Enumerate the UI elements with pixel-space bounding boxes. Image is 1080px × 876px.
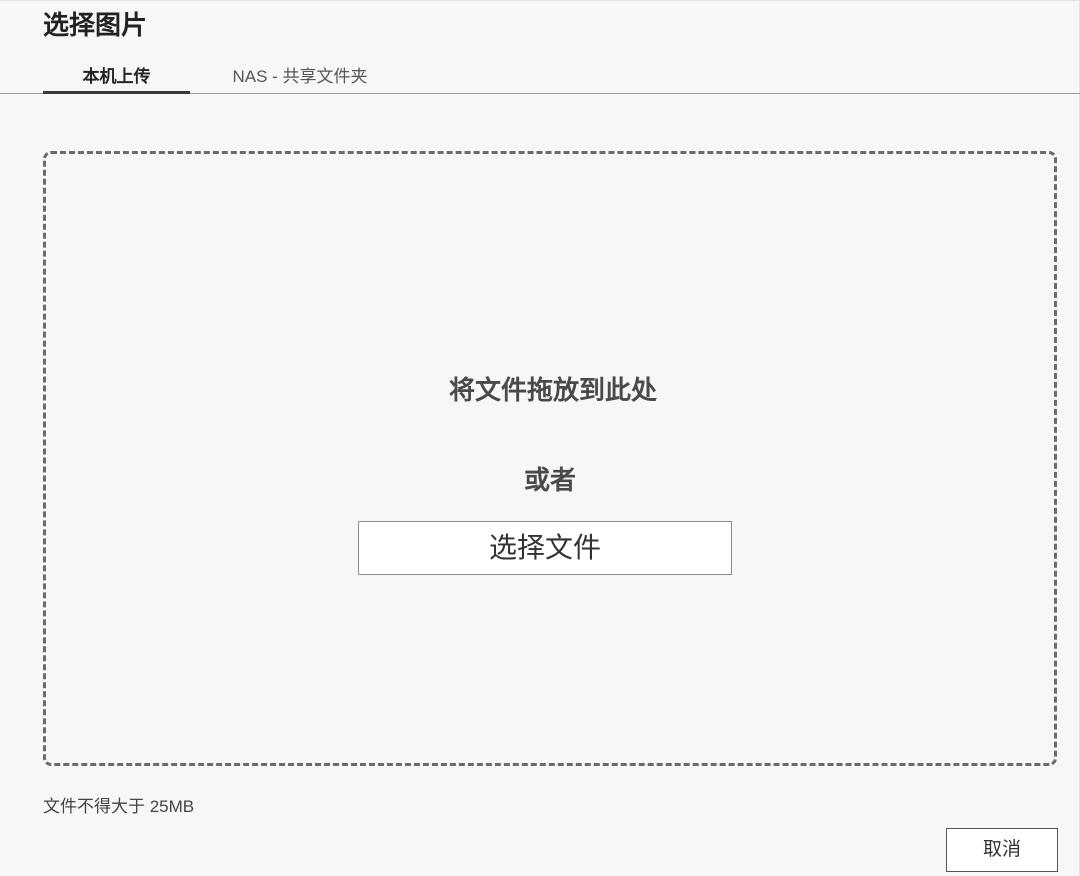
or-separator: 或者 [523,465,576,495]
tab-local-upload[interactable]: 本机上传 [43,61,190,94]
tab-nas-shared-folder[interactable]: NAS - 共享文件夹 [210,61,390,92]
dialog-title: 选择图片 [43,10,148,40]
file-size-limit-note: 文件不得大于 25MB [43,797,195,816]
cancel-button[interactable]: 取消 [946,828,1058,872]
select-image-dialog: 选择图片 本机上传 NAS - 共享文件夹 将文件拖放到此处 或者 选择文件 文… [0,0,1080,876]
drop-instruction: 将文件拖放到此处 [448,375,657,405]
file-drop-zone[interactable]: 将文件拖放到此处 或者 选择文件 [43,151,1057,766]
choose-file-button[interactable]: 选择文件 [358,521,732,575]
source-tabs: 本机上传 NAS - 共享文件夹 [0,61,1080,94]
